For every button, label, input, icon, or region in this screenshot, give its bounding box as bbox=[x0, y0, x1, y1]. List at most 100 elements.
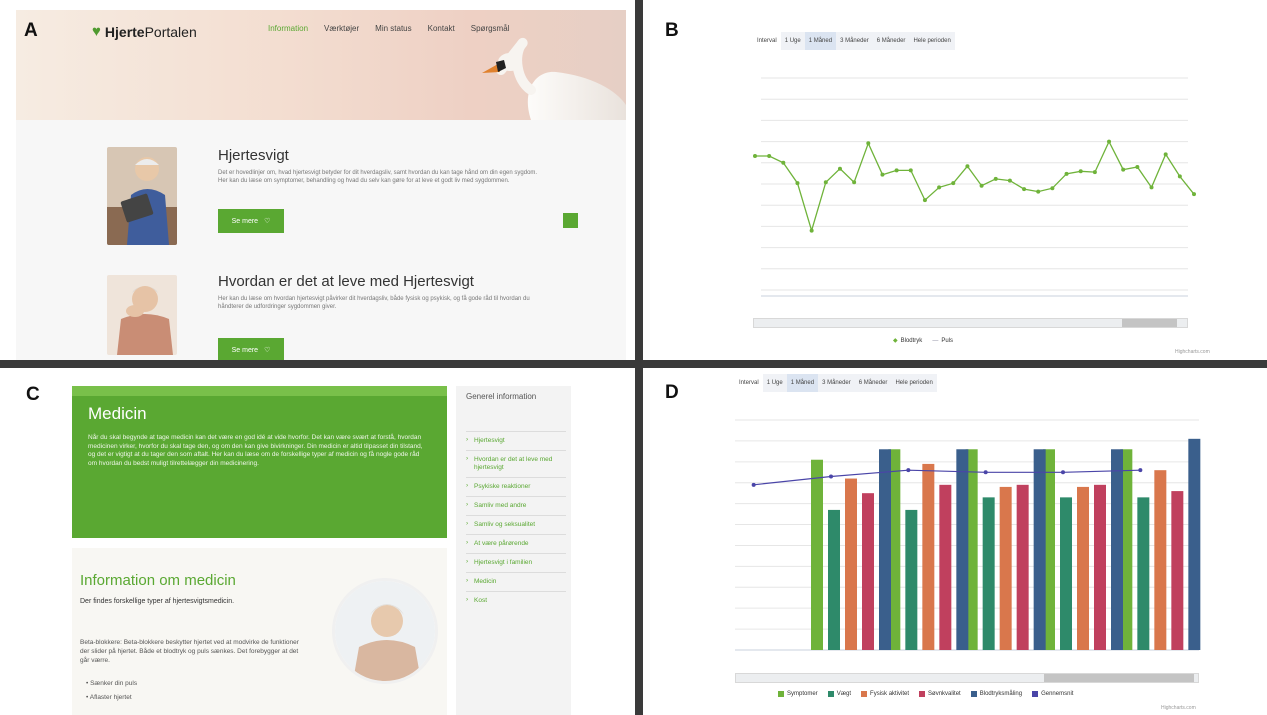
sidebar-item-relations[interactable]: Samliv med andre bbox=[466, 496, 566, 515]
bar bbox=[1188, 438, 1201, 650]
nav-item-information[interactable]: Information bbox=[268, 24, 308, 33]
elderly-man-tablet-photo bbox=[107, 147, 177, 245]
chart-credits[interactable]: Highcharts.com bbox=[1175, 349, 1210, 355]
bar bbox=[999, 486, 1012, 650]
bar bbox=[828, 509, 840, 650]
bar bbox=[905, 509, 918, 650]
bar bbox=[862, 493, 874, 650]
data-point bbox=[829, 474, 833, 479]
heart-logo-icon: ♥ bbox=[92, 23, 101, 40]
elderly-woman-photo bbox=[107, 275, 177, 355]
chart-legend: ◆ Blodtryk — Puls bbox=[893, 337, 953, 345]
bar bbox=[879, 449, 891, 650]
data-point bbox=[880, 172, 885, 177]
data-point bbox=[993, 176, 998, 181]
legend-label: Fysisk aktivitet bbox=[870, 691, 910, 697]
see-more-label-1: Se mere bbox=[231, 217, 259, 225]
sidebar-item-psychological[interactable]: Psykiske reaktioner bbox=[466, 477, 566, 496]
series-line-blodtryk bbox=[755, 140, 1195, 233]
data-point bbox=[1149, 185, 1154, 190]
data-point bbox=[781, 160, 786, 165]
legend-label: Blodtryksmåling bbox=[979, 691, 1023, 697]
data-point bbox=[937, 185, 942, 190]
nav-item-contact[interactable]: Kontakt bbox=[428, 24, 455, 33]
nav-item-status[interactable]: Min status bbox=[375, 24, 411, 33]
data-point bbox=[1138, 468, 1143, 473]
info-paragraph: Beta-blokkere: Beta-blokkere beskytter h… bbox=[80, 639, 299, 664]
chart-credits[interactable]: Highcharts.com bbox=[1161, 705, 1196, 711]
medicine-intro-text: Når du skal begynde at tage medicin kan … bbox=[88, 434, 423, 467]
panel-d: D Interval 1 Uge 1 Måned 3 Måneder 6 Mån… bbox=[643, 368, 1267, 715]
data-point bbox=[837, 166, 842, 171]
sidebar-title: Generel information bbox=[466, 392, 537, 401]
legend-item[interactable]: Gennemsnit bbox=[1032, 691, 1073, 697]
panel-label-a: A bbox=[24, 20, 38, 41]
bar bbox=[1077, 486, 1089, 650]
legend-item[interactable]: Vægt bbox=[827, 691, 852, 697]
medicine-info-section: Information om medicin Der findes forske… bbox=[72, 548, 447, 715]
scrollbar-thumb[interactable] bbox=[1122, 319, 1177, 327]
panel-label-c: C bbox=[26, 384, 40, 405]
legend-item-blodtryk[interactable]: ◆ Blodtryk bbox=[893, 337, 922, 345]
legend-label: Søvnkvalitet bbox=[928, 691, 961, 697]
chart-scrollbar[interactable] bbox=[735, 673, 1199, 683]
legend-label: Gennemsnit bbox=[1041, 691, 1074, 697]
data-point bbox=[767, 154, 772, 159]
data-point bbox=[1078, 169, 1083, 174]
scroll-to-top-button[interactable] bbox=[563, 213, 578, 228]
chart-scrollbar[interactable] bbox=[753, 318, 1188, 328]
sidebar-item-sexuality[interactable]: Samliv og seksualitet bbox=[466, 515, 566, 534]
sidebar-item-medicine[interactable]: Medicin bbox=[466, 572, 566, 591]
sidebar-item-family[interactable]: Hjertesvigt i familien bbox=[466, 553, 566, 572]
legend-item-puls[interactable]: — Puls bbox=[932, 338, 953, 344]
bar bbox=[1094, 484, 1106, 650]
nav-item-tools[interactable]: Værktøjer bbox=[324, 24, 359, 33]
panel-c: C Medicin Når du skal begynde at tage me… bbox=[0, 368, 635, 715]
data-point bbox=[809, 228, 814, 233]
data-point bbox=[1061, 470, 1065, 475]
legend-swatch bbox=[1032, 691, 1039, 697]
sidebar: Generel information Hjertesvigt Hvordan … bbox=[456, 386, 571, 715]
legend-swatch bbox=[778, 691, 784, 697]
data-point bbox=[1135, 165, 1140, 170]
legend-item[interactable]: Søvnkvalitet bbox=[919, 691, 961, 697]
sidebar-item-relatives[interactable]: At være pårørende bbox=[466, 534, 566, 553]
sidebar-item-living-with[interactable]: Hvordan er det at leve med hjertesvigt bbox=[466, 450, 566, 477]
sidebar-item-diet[interactable]: Kost bbox=[466, 591, 566, 610]
bar bbox=[1060, 497, 1072, 650]
article-title-living-with: Hvordan er det at leve med Hjertesvigt bbox=[218, 273, 474, 290]
data-point bbox=[1107, 139, 1112, 144]
bar bbox=[1154, 470, 1167, 650]
legend-item[interactable]: Blodtryksmåling bbox=[970, 691, 1023, 697]
data-point bbox=[1092, 170, 1097, 175]
scrollbar-thumb[interactable] bbox=[1044, 674, 1194, 682]
legend-swatch bbox=[970, 691, 977, 697]
data-point bbox=[1064, 171, 1069, 176]
nav-item-questions[interactable]: Spørgsmål bbox=[471, 24, 510, 33]
data-point bbox=[1177, 174, 1182, 179]
data-point bbox=[852, 180, 857, 185]
line-chart bbox=[753, 77, 1196, 297]
data-point bbox=[908, 168, 913, 173]
bar-chart bbox=[735, 419, 1201, 651]
bar bbox=[1033, 449, 1046, 650]
data-point bbox=[1050, 186, 1055, 191]
see-more-button-1[interactable]: Se mere ♡ bbox=[218, 209, 284, 233]
data-point bbox=[1022, 187, 1027, 192]
legend-item[interactable]: Fysisk aktivitet bbox=[861, 691, 909, 697]
data-point bbox=[823, 180, 828, 185]
medicine-title: Medicin bbox=[88, 404, 147, 423]
data-point bbox=[951, 181, 956, 186]
legend-label: Vægt bbox=[836, 691, 852, 697]
legend-item[interactable]: Symptomer bbox=[778, 691, 818, 697]
bar bbox=[811, 459, 823, 650]
data-point bbox=[983, 470, 988, 475]
info-list-item: • Aflaster hjertet bbox=[86, 694, 132, 701]
logo[interactable]: ♥ HjertePortalen bbox=[92, 23, 197, 40]
bar bbox=[982, 497, 995, 650]
see-more-button-2[interactable]: Se mere ♡ bbox=[218, 338, 284, 360]
data-point bbox=[1192, 192, 1196, 197]
legend-label: Symptomer bbox=[787, 691, 818, 697]
logo-text-bold: Hjerte bbox=[104, 23, 145, 40]
sidebar-item-heart-failure[interactable]: Hjertesvigt bbox=[466, 431, 566, 450]
